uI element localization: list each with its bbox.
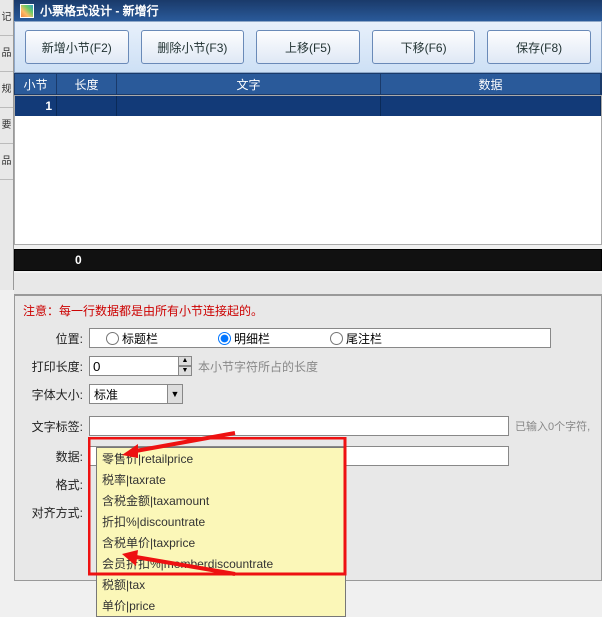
footer-zero: 0	[75, 253, 82, 267]
move-up-button[interactable]: 上移(F5)	[256, 30, 360, 64]
format-label: 格式:	[23, 476, 89, 493]
fontsize-value: 标准	[94, 386, 118, 403]
window-title: 小票格式设计 - 新增行	[40, 2, 159, 19]
nav-item[interactable]: 记	[0, 0, 13, 36]
app-icon	[20, 4, 34, 18]
dropdown-item[interactable]: 零售价|retailprice	[97, 448, 345, 469]
radio-detail[interactable]: 明细栏	[218, 330, 270, 347]
spin-down-icon[interactable]: ▼	[178, 366, 192, 376]
table-row[interactable]: 1	[15, 96, 601, 116]
col-header-data[interactable]: 数据	[381, 74, 601, 94]
grid-header: 小节 长度 文字 数据	[14, 73, 602, 95]
fontsize-label: 字体大小:	[23, 386, 89, 403]
nav-item[interactable]: 要	[0, 108, 13, 144]
new-section-button[interactable]: 新增小节(F2)	[25, 30, 129, 64]
position-label: 位置:	[23, 330, 89, 347]
nav-item[interactable]: 品	[0, 36, 13, 72]
grid-footer-bar: 0	[14, 249, 602, 271]
char-count: 已输入0个字符,	[515, 418, 590, 434]
grid-body[interactable]: 1	[14, 95, 602, 245]
radio-footer[interactable]: 尾注栏	[330, 330, 382, 347]
printlen-input[interactable]	[89, 356, 179, 376]
move-down-button[interactable]: 下移(F6)	[372, 30, 476, 64]
dropdown-item[interactable]: 折扣%|discountrate	[97, 511, 345, 532]
toolbar: 新增小节(F2) 删除小节(F3) 上移(F5) 下移(F6) 保存(F8)	[14, 21, 602, 73]
printlen-hint: 本小节字符所占的长度	[198, 358, 318, 375]
dropdown-item[interactable]: 税额|tax	[97, 574, 345, 595]
window-title-bar: 小票格式设计 - 新增行	[14, 0, 602, 21]
printlen-label: 打印长度:	[23, 358, 89, 375]
dropdown-item[interactable]: 税率|taxrate	[97, 469, 345, 490]
dropdown-item[interactable]: 单价|price	[97, 595, 345, 616]
cell-data	[381, 96, 601, 116]
nav-item[interactable]: 品	[0, 144, 13, 180]
save-button[interactable]: 保存(F8)	[487, 30, 591, 64]
textlabel-input[interactable]	[89, 416, 509, 436]
left-nav-strip: 记 品 规 要 品	[0, 0, 14, 290]
delete-section-button[interactable]: 删除小节(F3)	[141, 30, 245, 64]
cell-sn: 1	[15, 96, 57, 116]
chevron-down-icon: ▼	[167, 385, 182, 403]
dropdown-item[interactable]: 含税单价|taxprice	[97, 532, 345, 553]
splitter[interactable]	[14, 273, 602, 295]
position-radio-group: 标题栏 明细栏 尾注栏	[89, 328, 551, 348]
nav-item[interactable]: 规	[0, 72, 13, 108]
dropdown-item[interactable]: 含税金额|taxamount	[97, 490, 345, 511]
printlen-spinner[interactable]: ▲▼	[178, 356, 192, 376]
textlabel-label: 文字标签:	[23, 418, 89, 435]
col-header-sn[interactable]: 小节	[15, 74, 57, 94]
data-label: 数据:	[23, 448, 89, 465]
col-header-length[interactable]: 长度	[57, 74, 117, 94]
dropdown-item[interactable]: 会员折扣%|memberdiscountrate	[97, 553, 345, 574]
col-header-text[interactable]: 文字	[117, 74, 381, 94]
data-dropdown-list[interactable]: 零售价|retailprice 税率|taxrate 含税金额|taxamoun…	[96, 447, 346, 617]
cell-len	[57, 96, 117, 116]
cell-text	[117, 96, 381, 116]
fontsize-select[interactable]: 标准 ▼	[89, 384, 183, 404]
notice-text: 注意：每一行数据都是由所有小节连接起的。	[23, 302, 593, 319]
radio-title[interactable]: 标题栏	[106, 330, 158, 347]
align-label: 对齐方式:	[23, 504, 89, 521]
spin-up-icon[interactable]: ▲	[178, 356, 192, 366]
